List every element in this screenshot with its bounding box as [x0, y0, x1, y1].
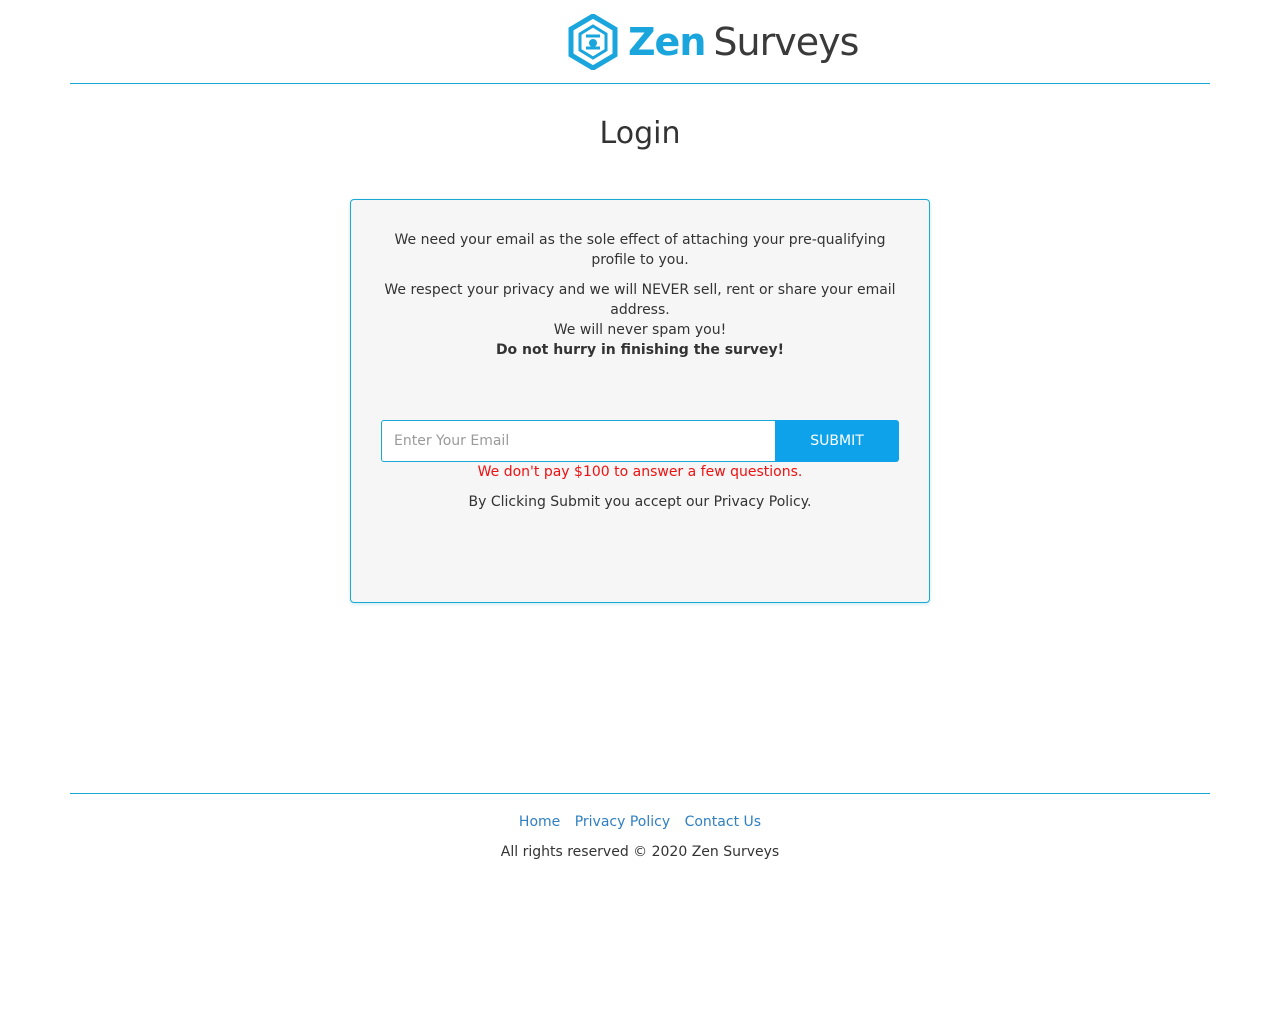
- intro-text-privacy: We respect your privacy and we will NEVE…: [384, 282, 896, 318]
- site-footer: Home Privacy Policy Contact Us All right…: [70, 793, 1210, 860]
- zen-surveys-logo-icon: [568, 14, 618, 70]
- privacy-acceptance-text: By Clicking Submit you accept our Privac…: [468, 494, 812, 510]
- intro-text-no-hurry: Do not hurry in finishing the survey!: [495, 342, 785, 358]
- site-header: Zen Surveys: [70, 0, 1210, 84]
- logo-zen-text: Zen: [628, 20, 706, 64]
- intro-text-no-spam: We will never spam you!: [553, 322, 727, 338]
- warning-text: We don't pay $100 to answer a few questi…: [477, 464, 803, 480]
- copyright-text: All rights reserved © 2020 Zen Surveys: [500, 844, 780, 860]
- submit-button[interactable]: SUBMIT: [775, 420, 899, 462]
- email-input[interactable]: [381, 420, 775, 462]
- footer-link-contact-us[interactable]: Contact Us: [685, 814, 761, 830]
- footer-links: Home Privacy Policy Contact Us: [70, 814, 1210, 830]
- logo-surveys-text: Surveys: [713, 20, 859, 64]
- footer-link-home[interactable]: Home: [519, 814, 560, 830]
- intro-text-email-purpose: We need your email as the sole effect of…: [394, 232, 886, 268]
- site-logo[interactable]: Zen Surveys: [568, 12, 859, 72]
- footer-link-privacy-policy[interactable]: Privacy Policy: [575, 814, 670, 830]
- login-form: SUBMIT: [381, 420, 899, 462]
- page-title: Login: [599, 116, 681, 151]
- login-card: We need your email as the sole effect of…: [350, 199, 930, 603]
